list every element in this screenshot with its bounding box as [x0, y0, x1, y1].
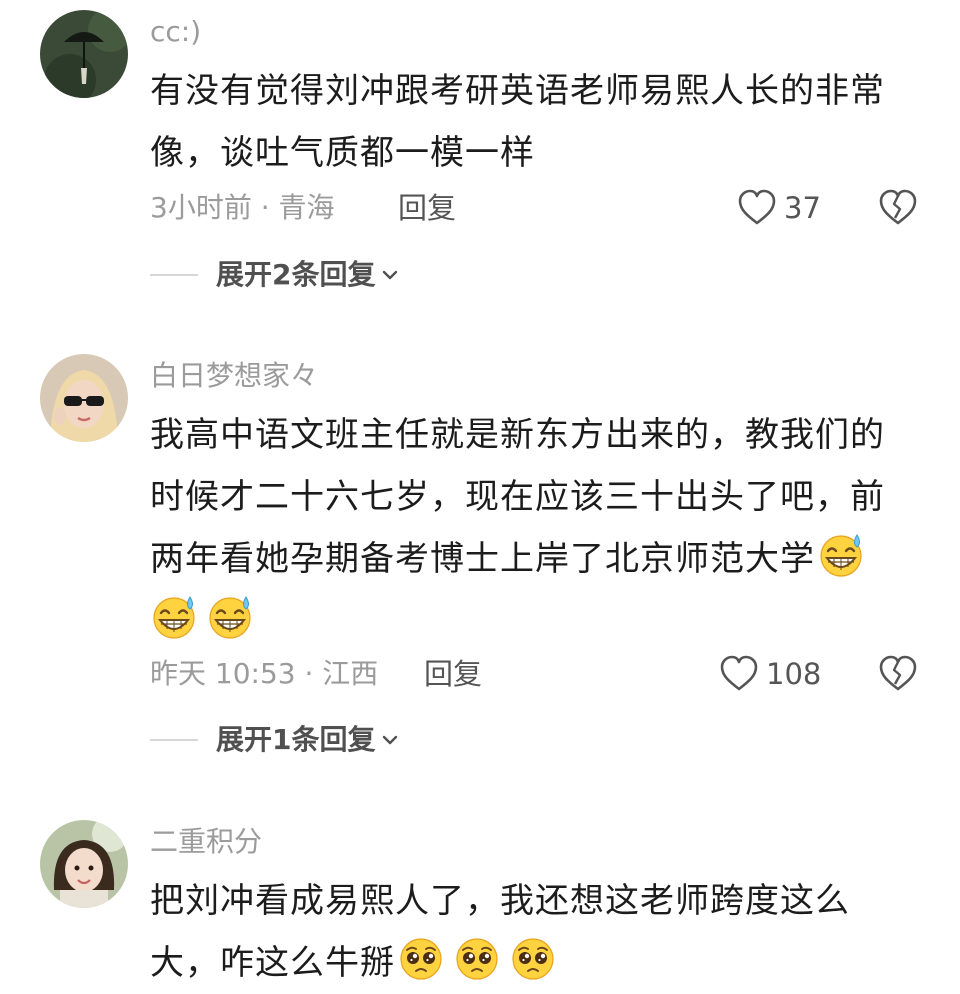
like-button[interactable]: 108 — [718, 654, 821, 694]
comment-text: 我高中语文班主任就是新东方出来的，教我们的 时候才二十六七岁，现在应该三十出头了… — [150, 404, 930, 652]
dislike-button[interactable] — [878, 654, 918, 694]
broken-heart-icon — [879, 655, 917, 691]
grin-sweat-emoji — [817, 531, 865, 579]
comment-text-line: 像，谈吐气质都一模一样 — [150, 133, 535, 173]
comment-text-line — [150, 590, 930, 652]
pleading-emoji — [453, 935, 501, 983]
comment-text-segment: 大，咋这么牛掰 — [150, 943, 395, 983]
comment-text-line: 时候才二十六七岁，现在应该三十出头了吧，前 — [150, 466, 930, 528]
comment-text-segment: 两年看她孕期备考博士上岸了北京师范大学 — [150, 539, 815, 579]
comment-text-line: 我高中语文班主任就是新东方出来的，教我们的 — [150, 404, 930, 466]
comment-text-line: 大，咋这么牛掰 — [150, 932, 930, 994]
grin-sweat-emoji — [150, 593, 198, 641]
comment-text: 把刘冲看成易熙人了，我还想这老师跨度这么 大，咋这么牛掰 — [150, 870, 930, 994]
heart-outline-icon — [720, 655, 758, 691]
expand-replies-button[interactable]: 展开1条回复 — [150, 720, 399, 760]
divider — [150, 274, 198, 276]
reply-button[interactable]: 回复 — [424, 656, 482, 692]
like-count: 37 — [784, 191, 821, 225]
avatar[interactable] — [40, 10, 128, 98]
pleading-emoji — [509, 935, 557, 983]
comment-item: cc:) 有没有觉得刘冲跟考研英语老师易熙人长的非常 像，谈吐气质都一模一样 3… — [0, 0, 960, 320]
grin-sweat-emoji — [206, 593, 254, 641]
timestamp-location: 昨天 10:53 · 江西 — [150, 657, 379, 690]
avatar[interactable] — [40, 354, 128, 442]
avatar[interactable] — [40, 820, 128, 908]
comment-text: 有没有觉得刘冲跟考研英语老师易熙人长的非常 像，谈吐气质都一模一样 — [150, 60, 930, 184]
username[interactable]: 白日梦想家々 — [150, 358, 318, 394]
comment-text-segment: 时候才二十六七岁，现在应该三十出头了吧，前 — [150, 477, 885, 517]
divider — [150, 739, 198, 741]
comment-text-segment: 把刘冲看成易熙人了，我还想这老师跨度这么 — [150, 881, 850, 921]
comment-text-segment: 我高中语文班主任就是新东方出来的，教我们的 — [150, 415, 885, 455]
username[interactable]: 二重积分 — [150, 824, 262, 860]
comment-text-line: 把刘冲看成易熙人了，我还想这老师跨度这么 — [150, 870, 930, 932]
reply-button[interactable]: 回复 — [398, 190, 456, 226]
like-button[interactable]: 37 — [736, 188, 821, 228]
chevron-down-icon — [383, 735, 398, 745]
username[interactable]: cc:) — [150, 14, 201, 50]
expand-replies-button[interactable]: 展开2条回复 — [150, 255, 399, 295]
comment-text-line: 有没有觉得刘冲跟考研英语老师易熙人长的非常 — [150, 71, 885, 111]
expand-replies-label: 展开2条回复 — [216, 258, 376, 291]
comment-item: 白日梦想家々 我高中语文班主任就是新东方出来的，教我们的 时候才二十六七岁，现在… — [0, 340, 960, 780]
heart-outline-icon — [738, 189, 776, 225]
timestamp-location: 3小时前 · 青海 — [150, 191, 335, 224]
comment-item: 二重积分 把刘冲看成易熙人了，我还想这老师跨度这么 大，咋这么牛掰 — [0, 800, 960, 983]
pleading-emoji — [397, 935, 445, 983]
chevron-down-icon — [383, 270, 398, 280]
dislike-button[interactable] — [878, 188, 918, 228]
broken-heart-icon — [879, 189, 917, 225]
expand-replies-label: 展开1条回复 — [216, 723, 376, 756]
comment-text-line: 两年看她孕期备考博士上岸了北京师范大学 — [150, 528, 930, 590]
like-count: 108 — [766, 657, 822, 691]
